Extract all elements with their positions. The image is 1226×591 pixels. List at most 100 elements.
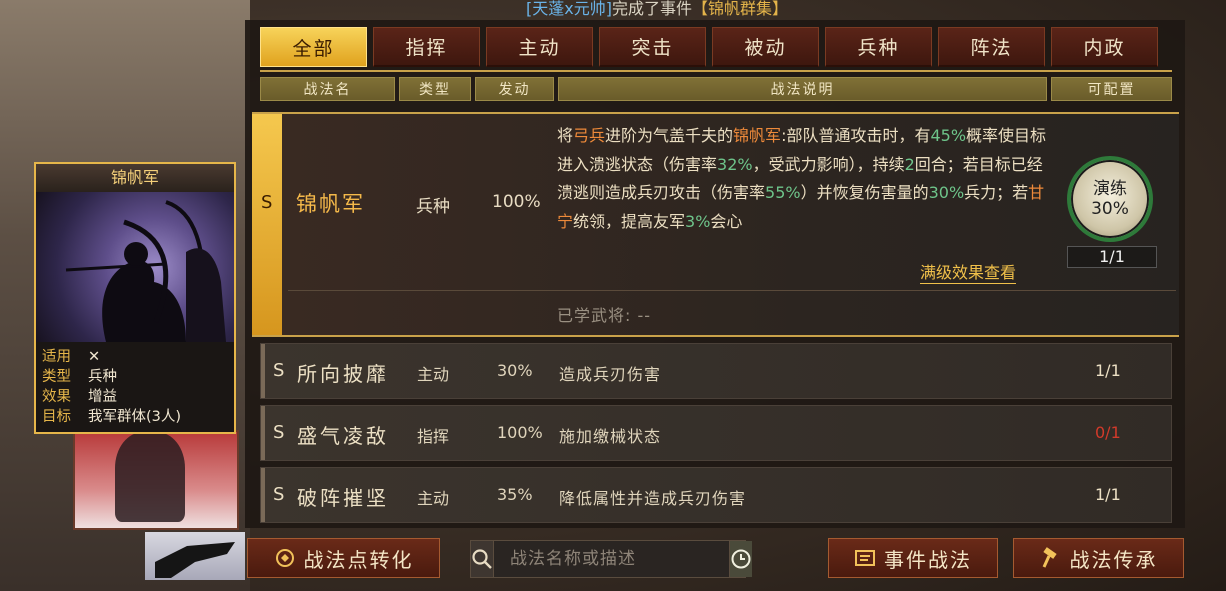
tactic-name: 破阵摧坚 xyxy=(297,486,389,510)
divider xyxy=(288,290,1176,291)
column-header-type: 类型 xyxy=(399,77,471,101)
card-info: 适用 ✕ 类型 兵种 效果 增益 目标 我军群体(3人) xyxy=(42,347,181,427)
event-tactics-label: 事件战法 xyxy=(884,547,972,572)
tactic-row[interactable]: S 所向披靡 主动 30% 造成兵刃伤害 1/1 xyxy=(260,343,1172,399)
tactic-name: 所向披靡 xyxy=(297,362,389,386)
tactic-name: 锦帆军 xyxy=(296,192,365,216)
background-general-card-2 xyxy=(145,532,245,580)
tactic-type: 指挥 xyxy=(417,427,450,446)
tactic-info-card: 锦帆军 适用 ✕ 类型 兵种 效果 增益 目标 我军群体(3人) xyxy=(34,162,236,434)
search-icon[interactable] xyxy=(471,541,494,577)
tactic-name: 盛气凌敌 xyxy=(297,424,389,448)
column-header-desc: 战法说明 xyxy=(558,77,1047,101)
tab-command[interactable]: 指挥 xyxy=(373,27,480,67)
tactic-count: 0/1 xyxy=(1095,423,1121,442)
description-segment: 统领，提高友军 xyxy=(573,211,686,231)
column-header-name: 战法名 xyxy=(260,77,395,101)
event-notification: [天蓬x元帅]完成了事件【锦帆群集】 xyxy=(526,0,788,20)
convert-icon xyxy=(274,547,296,569)
description-segment: 2 xyxy=(904,154,915,174)
tab-assault[interactable]: 突击 xyxy=(599,27,706,67)
description-segment: 锦帆军 xyxy=(733,126,782,145)
tactic-row-expanded[interactable]: S 锦帆军 兵种 100% 将弓兵进阶为气盖千夫的锦帆军:部队普通攻击时，有45… xyxy=(252,112,1179,337)
card-title: 锦帆军 xyxy=(36,164,234,192)
description-segment: ）并恢复伤害量的 xyxy=(800,183,929,202)
card-key-target: 目标 xyxy=(42,409,71,425)
tactic-count: 1/1 xyxy=(1095,485,1121,504)
tab-passive[interactable]: 被动 xyxy=(712,27,819,67)
convert-label: 战法点转化 xyxy=(303,547,414,572)
description-segment: 进阶为气盖千夫的 xyxy=(605,126,734,145)
tactic-type: 主动 xyxy=(417,489,450,508)
tab-formation[interactable]: 阵法 xyxy=(938,27,1045,67)
row-bar xyxy=(261,344,265,398)
notification-player: [天蓬x元帅] xyxy=(526,0,612,18)
tab-all[interactable]: 全部 xyxy=(260,27,367,67)
description-segment: 弓兵 xyxy=(573,126,606,145)
column-header-trigger: 发动 xyxy=(475,77,554,101)
description-segment: 3% xyxy=(685,211,711,231)
tactic-grade: S xyxy=(273,484,285,505)
tactic-row[interactable]: S 破阵摧坚 主动 35% 降低属性并造成兵刃伤害 1/1 xyxy=(260,467,1172,523)
tab-underline xyxy=(260,70,1172,72)
history-clock-icon[interactable] xyxy=(729,541,752,577)
convert-points-button[interactable]: 战法点转化 xyxy=(247,538,440,578)
event-tactics-button[interactable]: 事件战法 xyxy=(828,538,998,578)
column-header-config: 可配置 xyxy=(1051,77,1172,101)
tab-active[interactable]: 主动 xyxy=(486,27,593,67)
tactic-description: 降低属性并造成兵刃伤害 xyxy=(559,489,747,508)
drill-count: 1/1 xyxy=(1067,246,1157,268)
category-tabs: 全部 指挥 主动 突击 被动 兵种 阵法 内政 xyxy=(260,27,1158,69)
description-segment: 32% xyxy=(717,154,753,174)
card-key-effect: 效果 xyxy=(42,389,71,405)
tactic-description: 施加缴械状态 xyxy=(559,427,662,446)
archer-illustration xyxy=(36,192,234,342)
bow-icon: ✕ xyxy=(88,349,101,365)
card-value-effect: 增益 xyxy=(88,389,117,405)
drill-value: 30% xyxy=(1091,199,1129,219)
row-bar xyxy=(261,406,265,460)
grade-bar xyxy=(252,114,282,335)
tactic-description: 造成兵刃伤害 xyxy=(559,365,662,384)
tactic-rate: 35% xyxy=(497,485,533,504)
scroll-icon xyxy=(854,547,876,569)
notification-text: 完成了事件 xyxy=(611,0,692,18)
description-segment: 兵力；若 xyxy=(964,183,1029,202)
search-box xyxy=(470,540,752,578)
tactic-grade: S xyxy=(273,360,285,381)
card-key-apply: 适用 xyxy=(42,349,71,365)
description-segment: 30% xyxy=(928,183,965,202)
description-segment: ，受武力影响），持续 xyxy=(752,154,905,174)
tab-domestic[interactable]: 内政 xyxy=(1051,27,1158,67)
learned-generals: 已学武将: -- xyxy=(557,306,652,325)
tactic-type: 主动 xyxy=(417,365,450,384)
tactic-rate: 100% xyxy=(497,423,543,442)
card-key-type: 类型 xyxy=(42,369,71,385)
card-value-type: 兵种 xyxy=(88,369,117,385)
description-segment: 45% xyxy=(930,126,967,145)
max-level-effect-link[interactable]: 满级效果查看 xyxy=(920,259,1017,284)
tactics-inherit-button[interactable]: 战法传承 xyxy=(1013,538,1184,578)
tactic-row[interactable]: S 盛气凌敌 指挥 100% 施加缴械状态 0/1 xyxy=(260,405,1172,461)
row-bar xyxy=(261,468,265,522)
search-input[interactable] xyxy=(494,541,729,577)
drill-label: 演练 xyxy=(1093,179,1127,199)
tactics-inherit-label: 战法传承 xyxy=(1069,547,1158,572)
description-segment: :部队普通攻击时，有 xyxy=(781,126,931,145)
drill-button[interactable]: 演练 30% xyxy=(1067,156,1153,242)
description-segment: 将 xyxy=(557,126,574,145)
tactic-grade: S xyxy=(261,192,273,213)
background-general-card xyxy=(73,430,239,530)
tactic-description: 将弓兵进阶为气盖千夫的锦帆军:部队普通攻击时，有45%概率使目标进入溃逃状态（伤… xyxy=(557,122,1047,236)
notification-event: 【锦帆群集】 xyxy=(691,0,788,18)
tactic-rate: 30% xyxy=(497,361,533,380)
tab-troop[interactable]: 兵种 xyxy=(825,27,932,67)
tactic-rate: 100% xyxy=(492,192,541,212)
description-segment: 会心 xyxy=(710,211,743,231)
tactic-grade: S xyxy=(273,422,285,443)
card-value-target: 我军群体(3人) xyxy=(88,409,182,425)
tactic-type: 兵种 xyxy=(416,197,450,217)
tactic-count: 1/1 xyxy=(1095,361,1121,380)
description-segment: 55% xyxy=(765,183,801,202)
hammer-icon xyxy=(1040,547,1062,569)
